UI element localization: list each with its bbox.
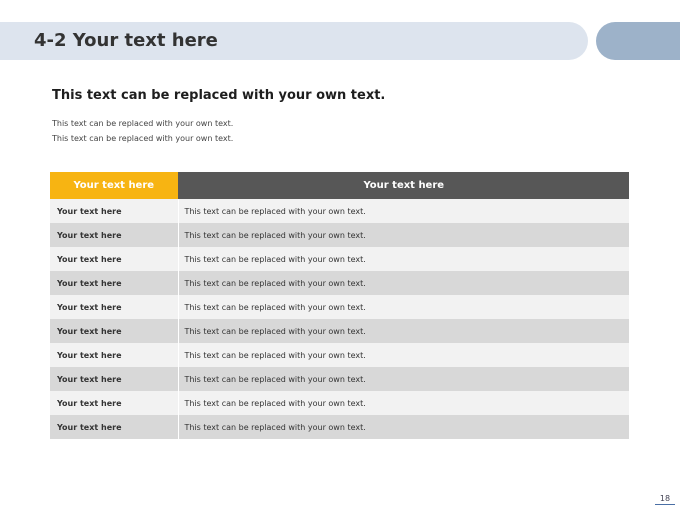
section-subtitle: This text can be replaced with your own … [52, 88, 386, 103]
row-value: This text can be replaced with your own … [178, 271, 629, 295]
table-row: Your text here This text can be replaced… [50, 223, 629, 247]
row-key: Your text here [50, 415, 179, 439]
row-key: Your text here [50, 343, 179, 367]
row-value: This text can be replaced with your own … [178, 367, 629, 391]
title-decoration [596, 22, 680, 60]
row-key: Your text here [50, 199, 179, 223]
row-key: Your text here [50, 295, 179, 319]
row-value: This text can be replaced with your own … [178, 199, 629, 223]
row-value: This text can be replaced with your own … [178, 343, 629, 367]
row-key: Your text here [50, 223, 179, 247]
row-key: Your text here [50, 319, 179, 343]
row-key: Your text here [50, 271, 179, 295]
description-line: This text can be replaced with your own … [52, 119, 234, 128]
table-header-row: Your text here Your text here [50, 172, 629, 199]
content-table: Your text here Your text here Your text … [50, 172, 629, 439]
row-value: This text can be replaced with your own … [178, 223, 629, 247]
page-title: 4-2 Your text here [34, 30, 218, 51]
row-key: Your text here [50, 367, 179, 391]
row-value: This text can be replaced with your own … [178, 391, 629, 415]
table-header-right: Your text here [177, 172, 629, 199]
table-row: Your text here This text can be replaced… [50, 319, 629, 343]
page-number: 18 [655, 494, 675, 505]
row-value: This text can be replaced with your own … [178, 415, 629, 439]
row-key: Your text here [50, 391, 179, 415]
row-value: This text can be replaced with your own … [178, 295, 629, 319]
table-row: Your text here This text can be replaced… [50, 247, 629, 271]
title-bar: 4-2 Your text here [0, 22, 588, 60]
row-key: Your text here [50, 247, 179, 271]
table-row: Your text here This text can be replaced… [50, 367, 629, 391]
table-row: Your text here This text can be replaced… [50, 391, 629, 415]
table-row: Your text here This text can be replaced… [50, 415, 629, 439]
description-line: This text can be replaced with your own … [52, 134, 234, 143]
row-value: This text can be replaced with your own … [178, 319, 629, 343]
table-row: Your text here This text can be replaced… [50, 199, 629, 223]
table-header-left: Your text here [50, 172, 178, 199]
table-row: Your text here This text can be replaced… [50, 271, 629, 295]
row-value: This text can be replaced with your own … [178, 247, 629, 271]
table-row: Your text here This text can be replaced… [50, 343, 629, 367]
table-row: Your text here This text can be replaced… [50, 295, 629, 319]
